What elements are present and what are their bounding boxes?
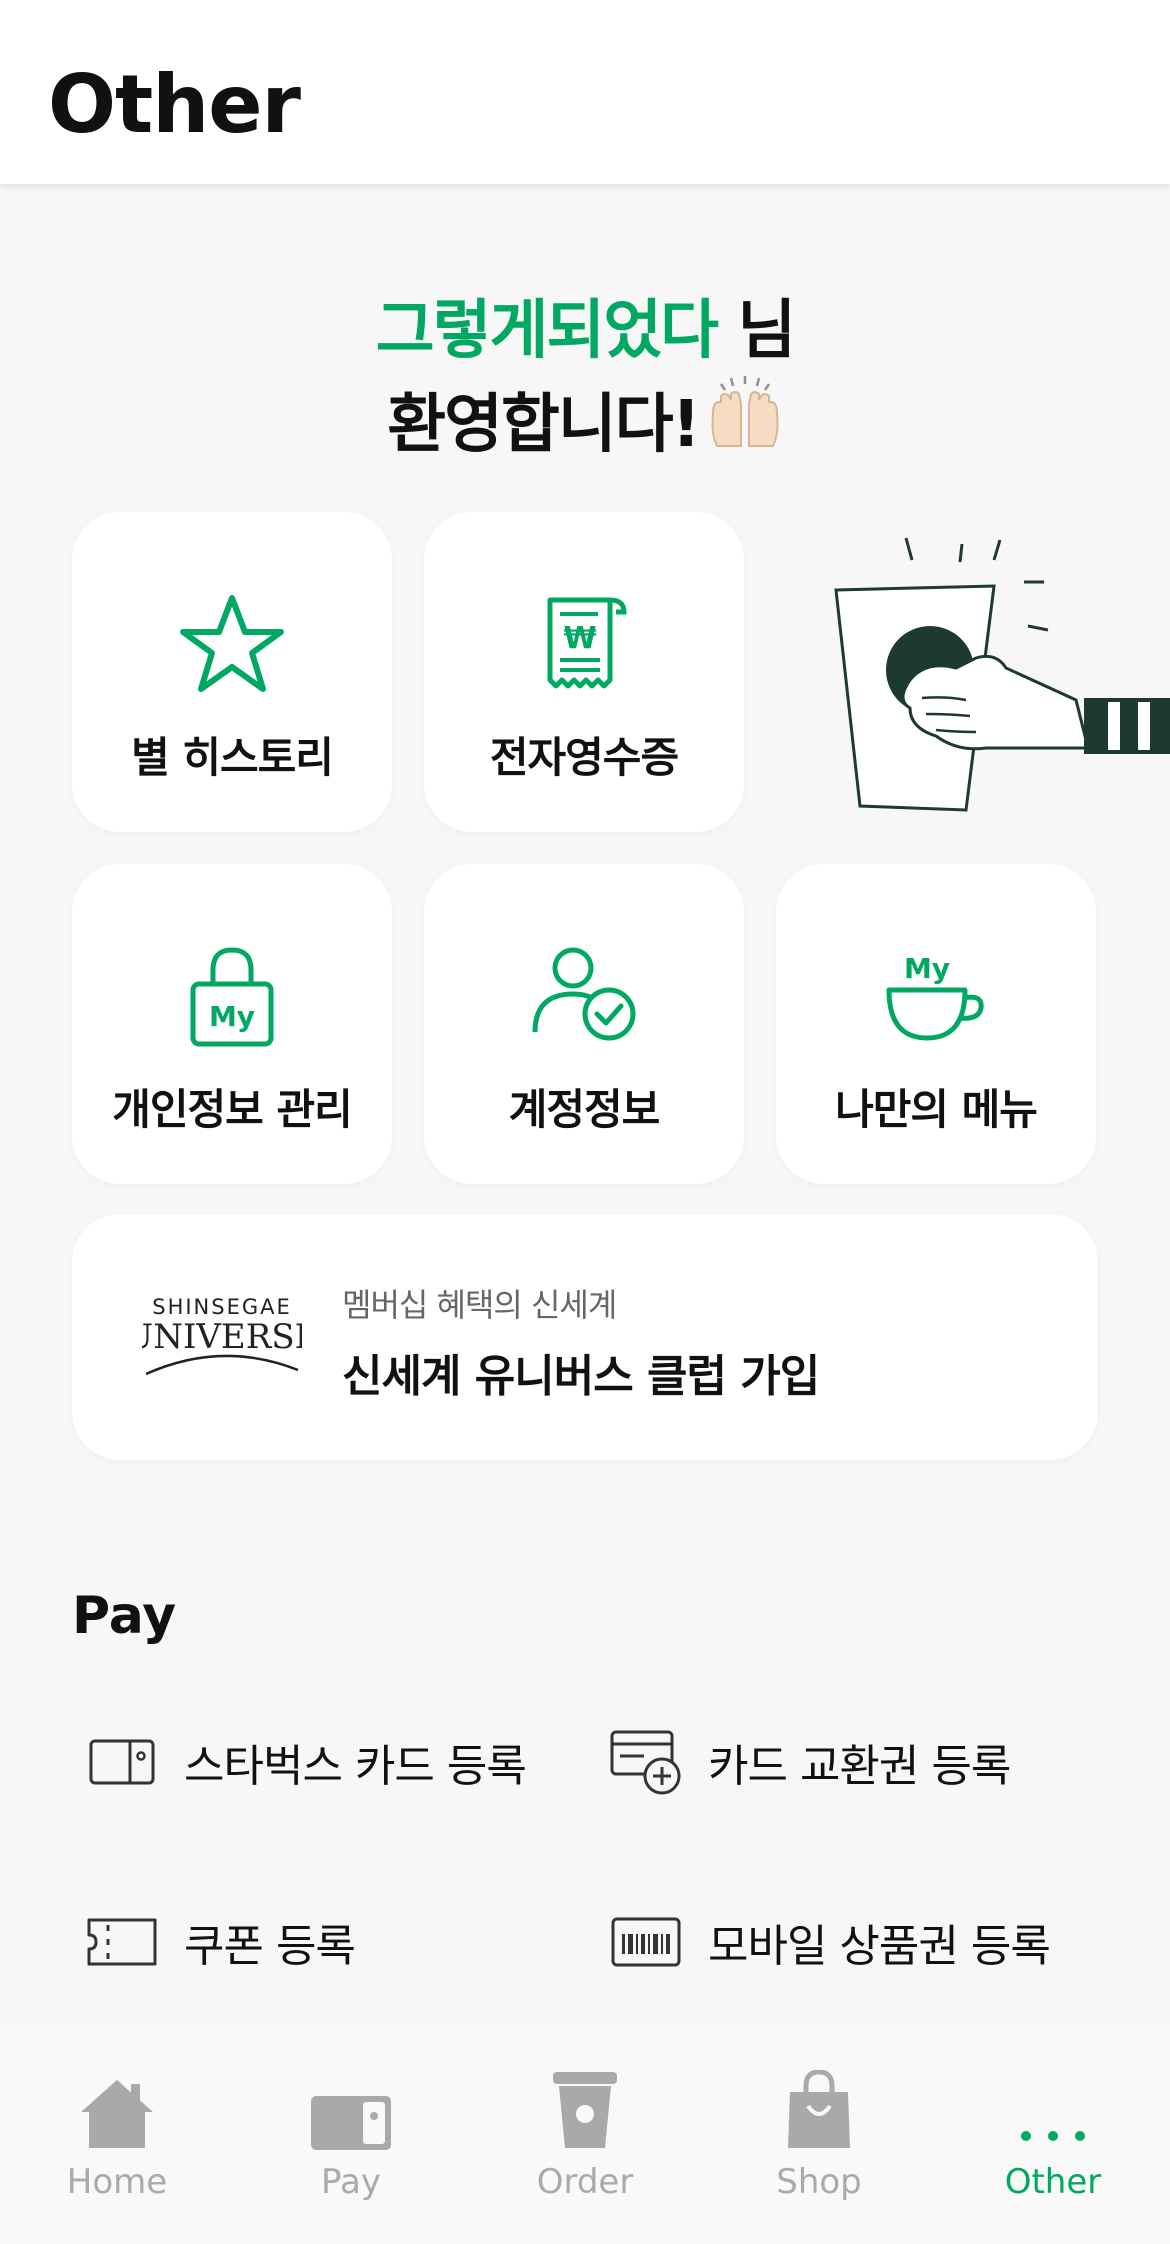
cup-icon (468, 2060, 702, 2150)
tile-label: 계정정보 (508, 1085, 661, 1134)
home-icon (0, 2060, 234, 2150)
more-icon (936, 2060, 1170, 2150)
svg-text:SHINSEGAE: SHINSEGAE (152, 1295, 292, 1319)
lock-my-icon: My (190, 947, 274, 1047)
pay-item-label: 카드 교환권 등록 (708, 1741, 1011, 1792)
universe-club-banner[interactable]: SHINSEGAE UNIVERSE 멤버십 혜택의 신세계 신세계 유니버스 … (72, 1214, 1098, 1460)
tile-label: 전자영수증 (489, 733, 679, 782)
tile-e-receipt[interactable]: ₩ 전자영수증 (424, 512, 744, 832)
star-icon (180, 595, 284, 692)
barcode-icon (606, 1902, 686, 1982)
my-cup-icon: My (886, 952, 984, 1041)
register-card-voucher[interactable]: 카드 교환권 등록 (606, 1722, 1011, 1802)
svg-text:My: My (904, 952, 950, 985)
tile-label: 별 히스토리 (131, 733, 334, 782)
wallet-icon (234, 2060, 468, 2150)
card-icon (82, 1722, 162, 1802)
account-check-icon (532, 947, 636, 1041)
universe-title: 신세계 유니버스 클럽 가입 (342, 1351, 820, 1402)
tile-my-menu[interactable]: My 나만의 메뉴 (776, 864, 1096, 1184)
tile-star-history[interactable]: 별 히스토리 (72, 512, 392, 832)
cup-hand-illustration (826, 530, 1170, 824)
user-name: 그렇게되었다 (375, 294, 719, 368)
tile-account-info[interactable]: 계정정보 (424, 864, 744, 1184)
tab-shop[interactable]: Shop (702, 2060, 936, 2220)
honorific: 님 (717, 294, 796, 368)
header: Other (0, 0, 1170, 184)
coupon-icon (82, 1902, 162, 1982)
register-mobile-gift[interactable]: 모바일 상품권 등록 (606, 1902, 1051, 1982)
bottom-tab-bar: Home Pay Order Shop Other (0, 2024, 1170, 2244)
register-coupon[interactable]: 쿠폰 등록 (82, 1902, 356, 1982)
pay-item-label: 스타벅스 카드 등록 (184, 1741, 527, 1792)
receipt-icon: ₩ (547, 597, 627, 689)
pay-item-label: 모바일 상품권 등록 (708, 1921, 1051, 1972)
register-starbucks-card[interactable]: 스타벅스 카드 등록 (82, 1722, 527, 1802)
tile-label: 나만의 메뉴 (835, 1085, 1038, 1134)
bag-icon (702, 2060, 936, 2150)
card-add-icon (606, 1722, 686, 1802)
pay-item-label: 쿠폰 등록 (184, 1921, 356, 1972)
tab-order[interactable]: Order (468, 2060, 702, 2220)
svg-text:₩: ₩ (563, 621, 596, 656)
page-title: Other (48, 58, 301, 151)
svg-text:UNIVERSE: UNIVERSE (142, 1317, 302, 1357)
tab-other[interactable]: Other (936, 2060, 1170, 2220)
raised-hands-icon (707, 374, 783, 472)
pay-section-title: Pay (72, 1586, 177, 1646)
tab-home[interactable]: Home (0, 2060, 234, 2220)
tile-personal-info[interactable]: My 개인정보 관리 (72, 864, 392, 1184)
greeting: 환영합니다! (387, 388, 701, 462)
shinsegae-universe-logo: SHINSEGAE UNIVERSE (125, 1290, 319, 1384)
welcome-message: 그렇게되었다 님 환영합니다! (0, 288, 1170, 472)
svg-text:My: My (209, 1000, 255, 1033)
tab-pay[interactable]: Pay (234, 2060, 468, 2220)
tile-label: 개인정보 관리 (112, 1085, 352, 1134)
universe-subtitle: 멤버십 혜택의 신세계 (342, 1286, 617, 1324)
